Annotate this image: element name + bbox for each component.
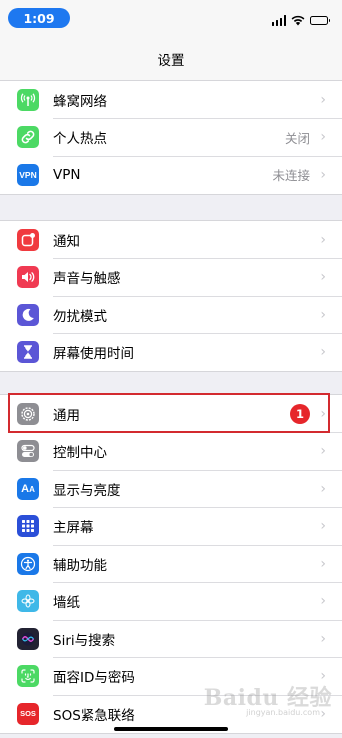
chevron-right-icon: › bbox=[320, 405, 326, 422]
settings-row-display[interactable]: AA 显示与亮度 › bbox=[0, 470, 342, 508]
chevron-right-icon: › bbox=[320, 306, 326, 323]
settings-row-label: 个人热点 bbox=[53, 131, 107, 148]
chevron-right-icon: › bbox=[320, 630, 326, 647]
settings-row-label: 辅助功能 bbox=[53, 557, 107, 574]
settings-row-label: SOS紧急联络 bbox=[53, 707, 135, 724]
moon-icon bbox=[17, 303, 39, 326]
settings-row-label: 通用 bbox=[53, 407, 80, 424]
settings-row-home-screen[interactable]: 主屏幕 › bbox=[0, 508, 342, 545]
chevron-right-icon: › bbox=[320, 166, 326, 183]
settings-row-screen-time[interactable]: 屏幕使用时间 › bbox=[0, 334, 342, 372]
home-indicator[interactable] bbox=[114, 727, 228, 731]
settings-row-label: 声音与触感 bbox=[53, 271, 121, 288]
chevron-right-icon: › bbox=[320, 593, 326, 610]
gear-icon bbox=[17, 402, 39, 425]
settings-row-label: 面容ID与密码 bbox=[53, 670, 135, 687]
chevron-right-icon: › bbox=[320, 555, 326, 572]
settings-row-value: 未连接 bbox=[272, 168, 310, 184]
toggles-icon bbox=[17, 440, 39, 463]
page-title: 设置 bbox=[157, 53, 185, 69]
settings-row-label: 墙纸 bbox=[53, 595, 80, 612]
settings-row-accessibility[interactable]: 辅助功能 › bbox=[0, 545, 342, 583]
settings-row-siri[interactable]: Siri与搜索 › bbox=[0, 620, 342, 658]
settings-row-notifications[interactable]: 通知 › bbox=[0, 221, 342, 259]
notifications-icon bbox=[17, 228, 39, 251]
settings-row-do-not-disturb[interactable]: 勿扰模式 › bbox=[0, 296, 342, 334]
settings-row-value: 关闭 bbox=[284, 130, 310, 146]
settings-row-label: 通知 bbox=[53, 233, 80, 250]
link-icon bbox=[17, 126, 39, 149]
settings-row-label: Siri与搜索 bbox=[53, 632, 116, 649]
cellular-signal-icon bbox=[271, 15, 286, 26]
status-bar: 1:09 bbox=[0, 0, 342, 36]
notifications-group: 通知 › 声音与触感 › 勿扰模式 › 屏幕使用时间 › bbox=[0, 220, 342, 372]
speaker-icon bbox=[17, 266, 39, 289]
chevron-right-icon: › bbox=[320, 269, 326, 286]
settings-row-vpn[interactable]: VPN VPN 未连接 › bbox=[0, 156, 342, 194]
settings-row-control-center[interactable]: 控制中心 › bbox=[0, 433, 342, 470]
chevron-right-icon: › bbox=[320, 480, 326, 497]
watermark-url: jingyan.baidu.com bbox=[246, 708, 320, 717]
chevron-right-icon: › bbox=[320, 443, 326, 460]
siri-icon bbox=[17, 627, 39, 650]
accessibility-icon bbox=[17, 552, 39, 575]
status-time[interactable]: 1:09 bbox=[8, 8, 70, 28]
battery-icon bbox=[310, 16, 330, 25]
hourglass-icon bbox=[17, 341, 39, 364]
settings-row-label: 控制中心 bbox=[53, 445, 107, 462]
settings-row-label: VPN bbox=[53, 166, 81, 183]
settings-row-wallpaper[interactable]: 墙纸 › bbox=[0, 583, 342, 620]
settings-row-cellular[interactable]: 蜂窝网络 › bbox=[0, 81, 342, 119]
vpn-icon: VPN bbox=[17, 163, 39, 186]
sos-icon: SOS bbox=[17, 702, 39, 725]
chevron-right-icon: › bbox=[320, 344, 326, 361]
settings-row-label: 屏幕使用时间 bbox=[53, 346, 134, 363]
flower-icon bbox=[17, 590, 39, 613]
notification-badge: 1 bbox=[290, 403, 310, 424]
face-id-icon bbox=[17, 665, 39, 688]
antenna-icon bbox=[17, 88, 39, 111]
settings-row-label: 显示与亮度 bbox=[53, 482, 121, 499]
chevron-right-icon: › bbox=[320, 231, 326, 248]
chevron-right-icon: › bbox=[320, 91, 326, 108]
settings-row-label: 主屏幕 bbox=[53, 520, 94, 537]
settings-row-label: 勿扰模式 bbox=[53, 308, 107, 325]
text-size-icon: AA bbox=[17, 477, 39, 500]
settings-row-general[interactable]: 通用 1 › bbox=[0, 395, 342, 433]
home-grid-icon bbox=[17, 515, 39, 538]
status-icons bbox=[271, 11, 330, 30]
wifi-icon bbox=[291, 11, 305, 30]
chevron-right-icon: › bbox=[320, 518, 326, 535]
settings-row-hotspot[interactable]: 个人热点 关闭 › bbox=[0, 119, 342, 156]
chevron-right-icon: › bbox=[320, 129, 326, 146]
connectivity-group: 蜂窝网络 › 个人热点 关闭 › VPN VPN 未连接 › bbox=[0, 80, 342, 195]
settings-row-sounds[interactable]: 声音与触感 › bbox=[0, 259, 342, 296]
settings-row-label: 蜂窝网络 bbox=[53, 93, 107, 110]
navigation-bar: 设置 bbox=[0, 36, 342, 81]
